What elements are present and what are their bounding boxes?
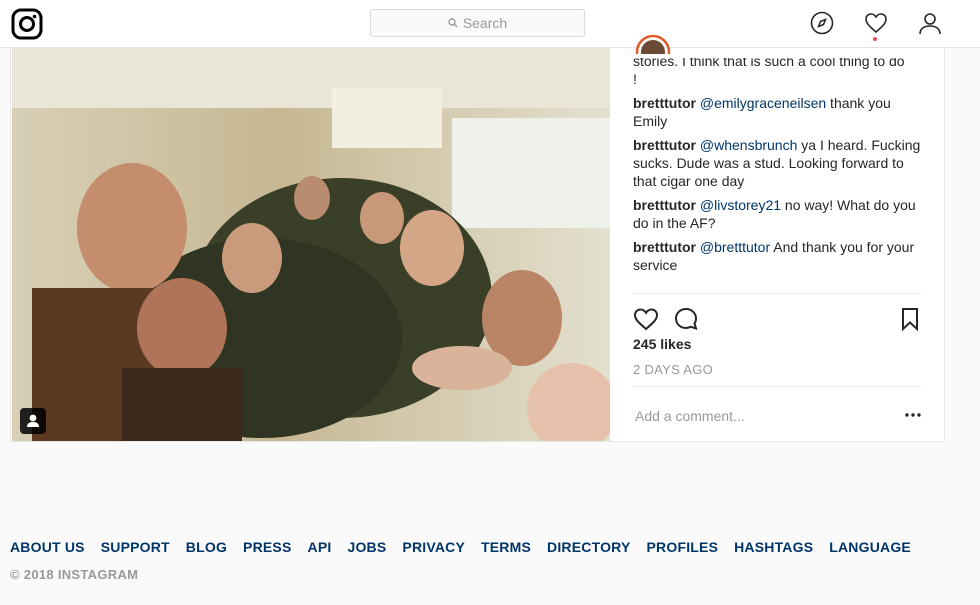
footer-link-support[interactable]: SUPPORT bbox=[101, 539, 170, 555]
comment-item: bretttutor @bretttutor And thank you for… bbox=[633, 238, 921, 274]
post-card: stories. I think that is such a cool thi… bbox=[10, 34, 945, 442]
footer: ABOUT US SUPPORT BLOG PRESS API JOBS PRI… bbox=[10, 539, 970, 582]
notification-dot bbox=[873, 37, 877, 41]
comment-mention[interactable]: @emilygraceneilsen bbox=[700, 95, 826, 111]
footer-link-jobs[interactable]: JOBS bbox=[347, 539, 386, 555]
footer-link-privacy[interactable]: PRIVACY bbox=[402, 539, 465, 555]
footer-link-about-us[interactable]: ABOUT US bbox=[10, 539, 85, 555]
likes-count[interactable]: 245 likes bbox=[633, 336, 691, 352]
person-icon[interactable] bbox=[918, 11, 942, 35]
add-comment-input[interactable]: Add a comment... bbox=[635, 408, 745, 424]
comment-mention[interactable]: @whensbrunch bbox=[700, 137, 798, 153]
caption-partial-line: stories. I think that is such a cool thi… bbox=[633, 58, 905, 69]
tagged-people-badge[interactable] bbox=[20, 408, 46, 434]
group-photo-image bbox=[12, 48, 610, 441]
comments-list: stories. I think that is such a cool thi… bbox=[633, 58, 921, 280]
footer-link-language[interactable]: LANGUAGE bbox=[829, 539, 911, 555]
instagram-logo-icon[interactable] bbox=[11, 8, 43, 40]
search-icon bbox=[448, 18, 458, 28]
bookmark-icon[interactable] bbox=[897, 306, 923, 332]
ellipsis-icon[interactable] bbox=[903, 408, 923, 422]
person-tag-icon bbox=[27, 414, 39, 427]
footer-link-press[interactable]: PRESS bbox=[243, 539, 291, 555]
footer-link-directory[interactable]: DIRECTORY bbox=[547, 539, 630, 555]
caption-end: ! bbox=[633, 71, 637, 87]
comment-item: bretttutor @livstorey21 no way! What do … bbox=[633, 196, 921, 232]
footer-link-hashtags[interactable]: HASHTAGS bbox=[734, 539, 813, 555]
search-input[interactable]: Search bbox=[370, 9, 585, 37]
comment-mention[interactable]: @bretttutor bbox=[700, 239, 770, 255]
post-sidebar: stories. I think that is such a cool thi… bbox=[633, 34, 923, 442]
comment-username[interactable]: bretttutor bbox=[633, 95, 696, 111]
footer-link-profiles[interactable]: PROFILES bbox=[647, 539, 719, 555]
comment-mention[interactable]: @livstorey21 bbox=[700, 197, 781, 213]
comment-username[interactable]: bretttutor bbox=[633, 239, 696, 255]
like-heart-icon[interactable] bbox=[633, 306, 659, 332]
footer-link-terms[interactable]: TERMS bbox=[481, 539, 531, 555]
copyright: © 2018 INSTAGRAM bbox=[10, 567, 139, 582]
comment-username[interactable]: bretttutor bbox=[633, 197, 696, 213]
search-placeholder: Search bbox=[462, 15, 508, 31]
footer-links: ABOUT US SUPPORT BLOG PRESS API JOBS PRI… bbox=[10, 539, 970, 555]
footer-link-api[interactable]: API bbox=[308, 539, 332, 555]
avatar[interactable] bbox=[635, 34, 671, 54]
comment-item: bretttutor @whensbrunch ya I heard. Fuck… bbox=[633, 136, 921, 190]
footer-link-blog[interactable]: BLOG bbox=[186, 539, 227, 555]
comment-username[interactable]: bretttutor bbox=[633, 137, 696, 153]
compass-icon[interactable] bbox=[810, 11, 834, 35]
comment-bubble-icon[interactable] bbox=[673, 306, 699, 332]
post-timestamp[interactable]: 2 DAYS AGO bbox=[633, 362, 713, 377]
post-photo[interactable] bbox=[12, 48, 610, 441]
add-comment-section: Add a comment... bbox=[633, 386, 921, 442]
heart-icon[interactable] bbox=[864, 11, 888, 35]
comment-item: bretttutor @emilygraceneilsen thank you … bbox=[633, 94, 921, 130]
top-navigation-bar: Search bbox=[0, 0, 980, 48]
